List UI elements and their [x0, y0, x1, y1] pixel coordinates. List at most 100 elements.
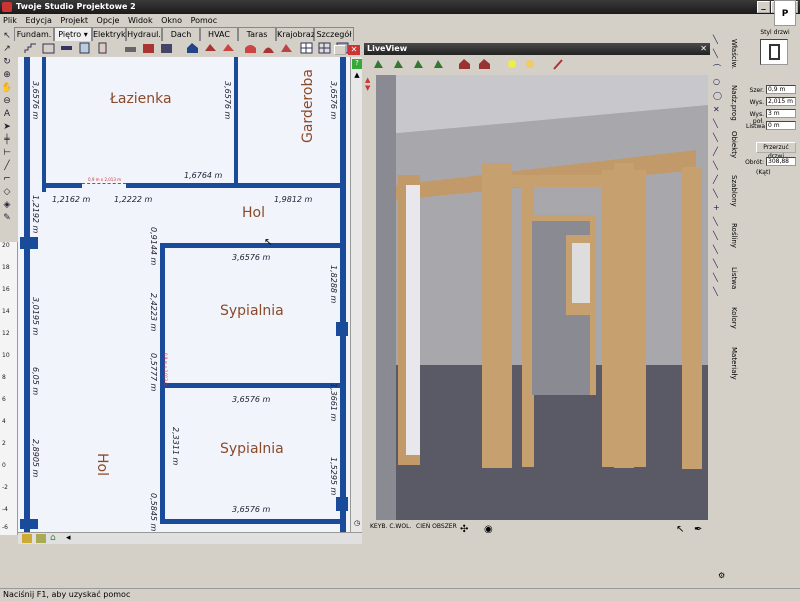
pencil-icon[interactable]: ✎ [1, 213, 13, 224]
trim-field[interactable]: 0 m [766, 121, 796, 130]
move-arrows-icon[interactable]: ✣ [460, 524, 468, 535]
eye-icon[interactable]: ◉ [484, 524, 493, 535]
node-tool-icon[interactable]: ╲ [713, 217, 718, 226]
cabinet-icon[interactable] [160, 42, 173, 54]
keyboard-walk-button[interactable]: KEYB. C.WOL. [370, 523, 411, 530]
nav-up-icon[interactable]: ▲ [365, 76, 370, 84]
height-field[interactable]: 2,015 m [766, 97, 796, 106]
floor-icon[interactable] [22, 534, 32, 543]
fill-icon[interactable]: ◈ [1, 200, 13, 211]
zoom-icon[interactable]: ⊕ [1, 70, 13, 81]
node-tool-icon[interactable]: ╲ [713, 245, 718, 254]
house-icon[interactable] [186, 42, 199, 54]
rotation-field[interactable]: 308,88 [766, 157, 796, 166]
door-icon[interactable] [96, 42, 109, 54]
help-icon[interactable]: ? [352, 59, 362, 69]
polyline-icon[interactable]: ⌐ [1, 174, 13, 185]
gable-icon[interactable] [280, 42, 293, 54]
door-style-preview[interactable] [760, 39, 788, 65]
node-tool-icon[interactable]: ╲ [713, 161, 718, 170]
arrow-tool-icon[interactable]: ➤ [1, 122, 13, 133]
flip-door-button[interactable]: Przerzuć drzwi [756, 142, 796, 160]
menu-plik[interactable]: Plik [0, 14, 20, 27]
measure-icon[interactable]: ╪ [1, 135, 13, 146]
circle-tool-icon[interactable]: ◯ [713, 91, 722, 100]
scroll-up-icon[interactable]: ▲ [352, 71, 362, 81]
minimize-button[interactable]: _ [757, 1, 770, 13]
home-icon[interactable]: ⌂ [50, 533, 56, 543]
select-plus-icon[interactable]: ↗ [1, 44, 13, 55]
select-arrow-icon[interactable]: ↖ [1, 31, 13, 42]
plan-close-button[interactable]: ✕ [348, 45, 360, 55]
curve-tool-icon[interactable]: ⌒ [713, 63, 721, 74]
paint-brush-icon[interactable] [552, 58, 565, 70]
node-tool-icon[interactable]: ╱ [713, 147, 718, 156]
house-view-icon[interactable] [458, 58, 471, 70]
pan-hand-icon[interactable]: ✋ [1, 83, 13, 94]
node-tool-icon[interactable]: ╲ [713, 259, 718, 268]
tab-hydraul[interactable]: Hydraul. [126, 27, 162, 41]
layer-icon[interactable] [36, 534, 46, 543]
node-tool-icon[interactable]: ╲ [713, 119, 718, 128]
3d-live-view[interactable] [376, 75, 708, 520]
tab-obiekty[interactable]: Obiekty [730, 131, 738, 158]
tab-pietro[interactable]: Piętro ▾ [54, 27, 92, 41]
top-height-field[interactable]: 3 m [766, 109, 796, 118]
tab-materialy[interactable]: Materiały [730, 347, 738, 380]
roof-icon[interactable] [204, 42, 217, 54]
arch-icon[interactable] [244, 42, 257, 54]
gear-icon[interactable]: ⚙ [718, 571, 725, 580]
node-tool-icon[interactable]: ╲ [713, 287, 718, 296]
shadow-area-button[interactable]: CIEŃ OBSZER [416, 523, 457, 530]
plus-tool-icon[interactable]: + [713, 203, 720, 212]
tab-nadz-prog[interactable]: Nadz.prog [730, 85, 738, 121]
tab-kolory[interactable]: Kolory [730, 307, 738, 329]
tab-rosliny[interactable]: Rośliny [730, 223, 738, 248]
menu-opcje[interactable]: Opcje [94, 14, 123, 27]
text-icon[interactable]: A [1, 109, 13, 120]
line-tool-icon[interactable]: ╲ [713, 35, 718, 44]
floor-plan-canvas[interactable]: Łazienka Garderoba Hol Sypialnia Sypialn… [18, 57, 350, 532]
node-tool-icon[interactable]: ╲ [713, 133, 718, 142]
grid-icon[interactable] [300, 42, 313, 54]
tab-krajobraz[interactable]: Krajobraz [276, 27, 315, 41]
tab-listwa[interactable]: Listwa [730, 267, 738, 289]
node-tool-icon[interactable]: ╲ [713, 189, 718, 198]
sofa-icon[interactable] [124, 42, 137, 54]
fireplace-icon[interactable] [142, 42, 155, 54]
rotate-icon[interactable]: ↻ [1, 57, 13, 68]
camera-icon[interactable] [392, 58, 405, 70]
circle-tool-icon[interactable]: ○ [713, 77, 720, 86]
sun-icon[interactable] [506, 58, 519, 70]
node-tool-icon[interactable]: ╲ [713, 231, 718, 240]
dome-icon[interactable] [262, 42, 275, 54]
menu-widok[interactable]: Widok [125, 14, 156, 27]
tab-taras[interactable]: Taras [238, 27, 276, 41]
line-icon[interactable]: ╱ [1, 161, 13, 172]
orbit-icon[interactable] [432, 58, 445, 70]
roof-alt-icon[interactable] [222, 42, 235, 54]
person-walk-icon[interactable] [372, 58, 385, 70]
nav-down-icon[interactable]: ▼ [365, 84, 370, 92]
tab-wlasciw[interactable]: Właściw. [730, 39, 738, 69]
zoom-out-icon[interactable]: ⊖ [1, 96, 13, 107]
door-opening[interactable] [82, 183, 126, 188]
menu-projekt[interactable]: Projekt [57, 14, 91, 27]
tab-szablony[interactable]: Szablony [730, 175, 738, 207]
eyedropper-icon[interactable]: ✒ [694, 524, 702, 535]
node-tool-icon[interactable]: ╱ [713, 175, 718, 184]
plan-vertical-scrollbar[interactable]: ? ▲ ◷ [350, 57, 362, 532]
tab-dach[interactable]: Dach [162, 27, 200, 41]
tab-elektryka[interactable]: Elektryka [92, 27, 130, 41]
light-icon[interactable] [524, 58, 537, 70]
fly-icon[interactable] [412, 58, 425, 70]
window-icon[interactable] [78, 42, 91, 54]
tab-szczegol[interactable]: Szczegół [314, 27, 354, 41]
menu-okno[interactable]: Okno [158, 14, 185, 27]
stairs-icon[interactable] [24, 42, 37, 54]
line-tool-icon[interactable]: ╲ [713, 49, 718, 58]
menu-edycja[interactable]: Edycja [22, 14, 54, 27]
node-tool-icon[interactable]: ╲ [713, 273, 718, 282]
cross-tool-icon[interactable]: ✕ [713, 105, 720, 114]
room-icon[interactable] [42, 42, 55, 54]
